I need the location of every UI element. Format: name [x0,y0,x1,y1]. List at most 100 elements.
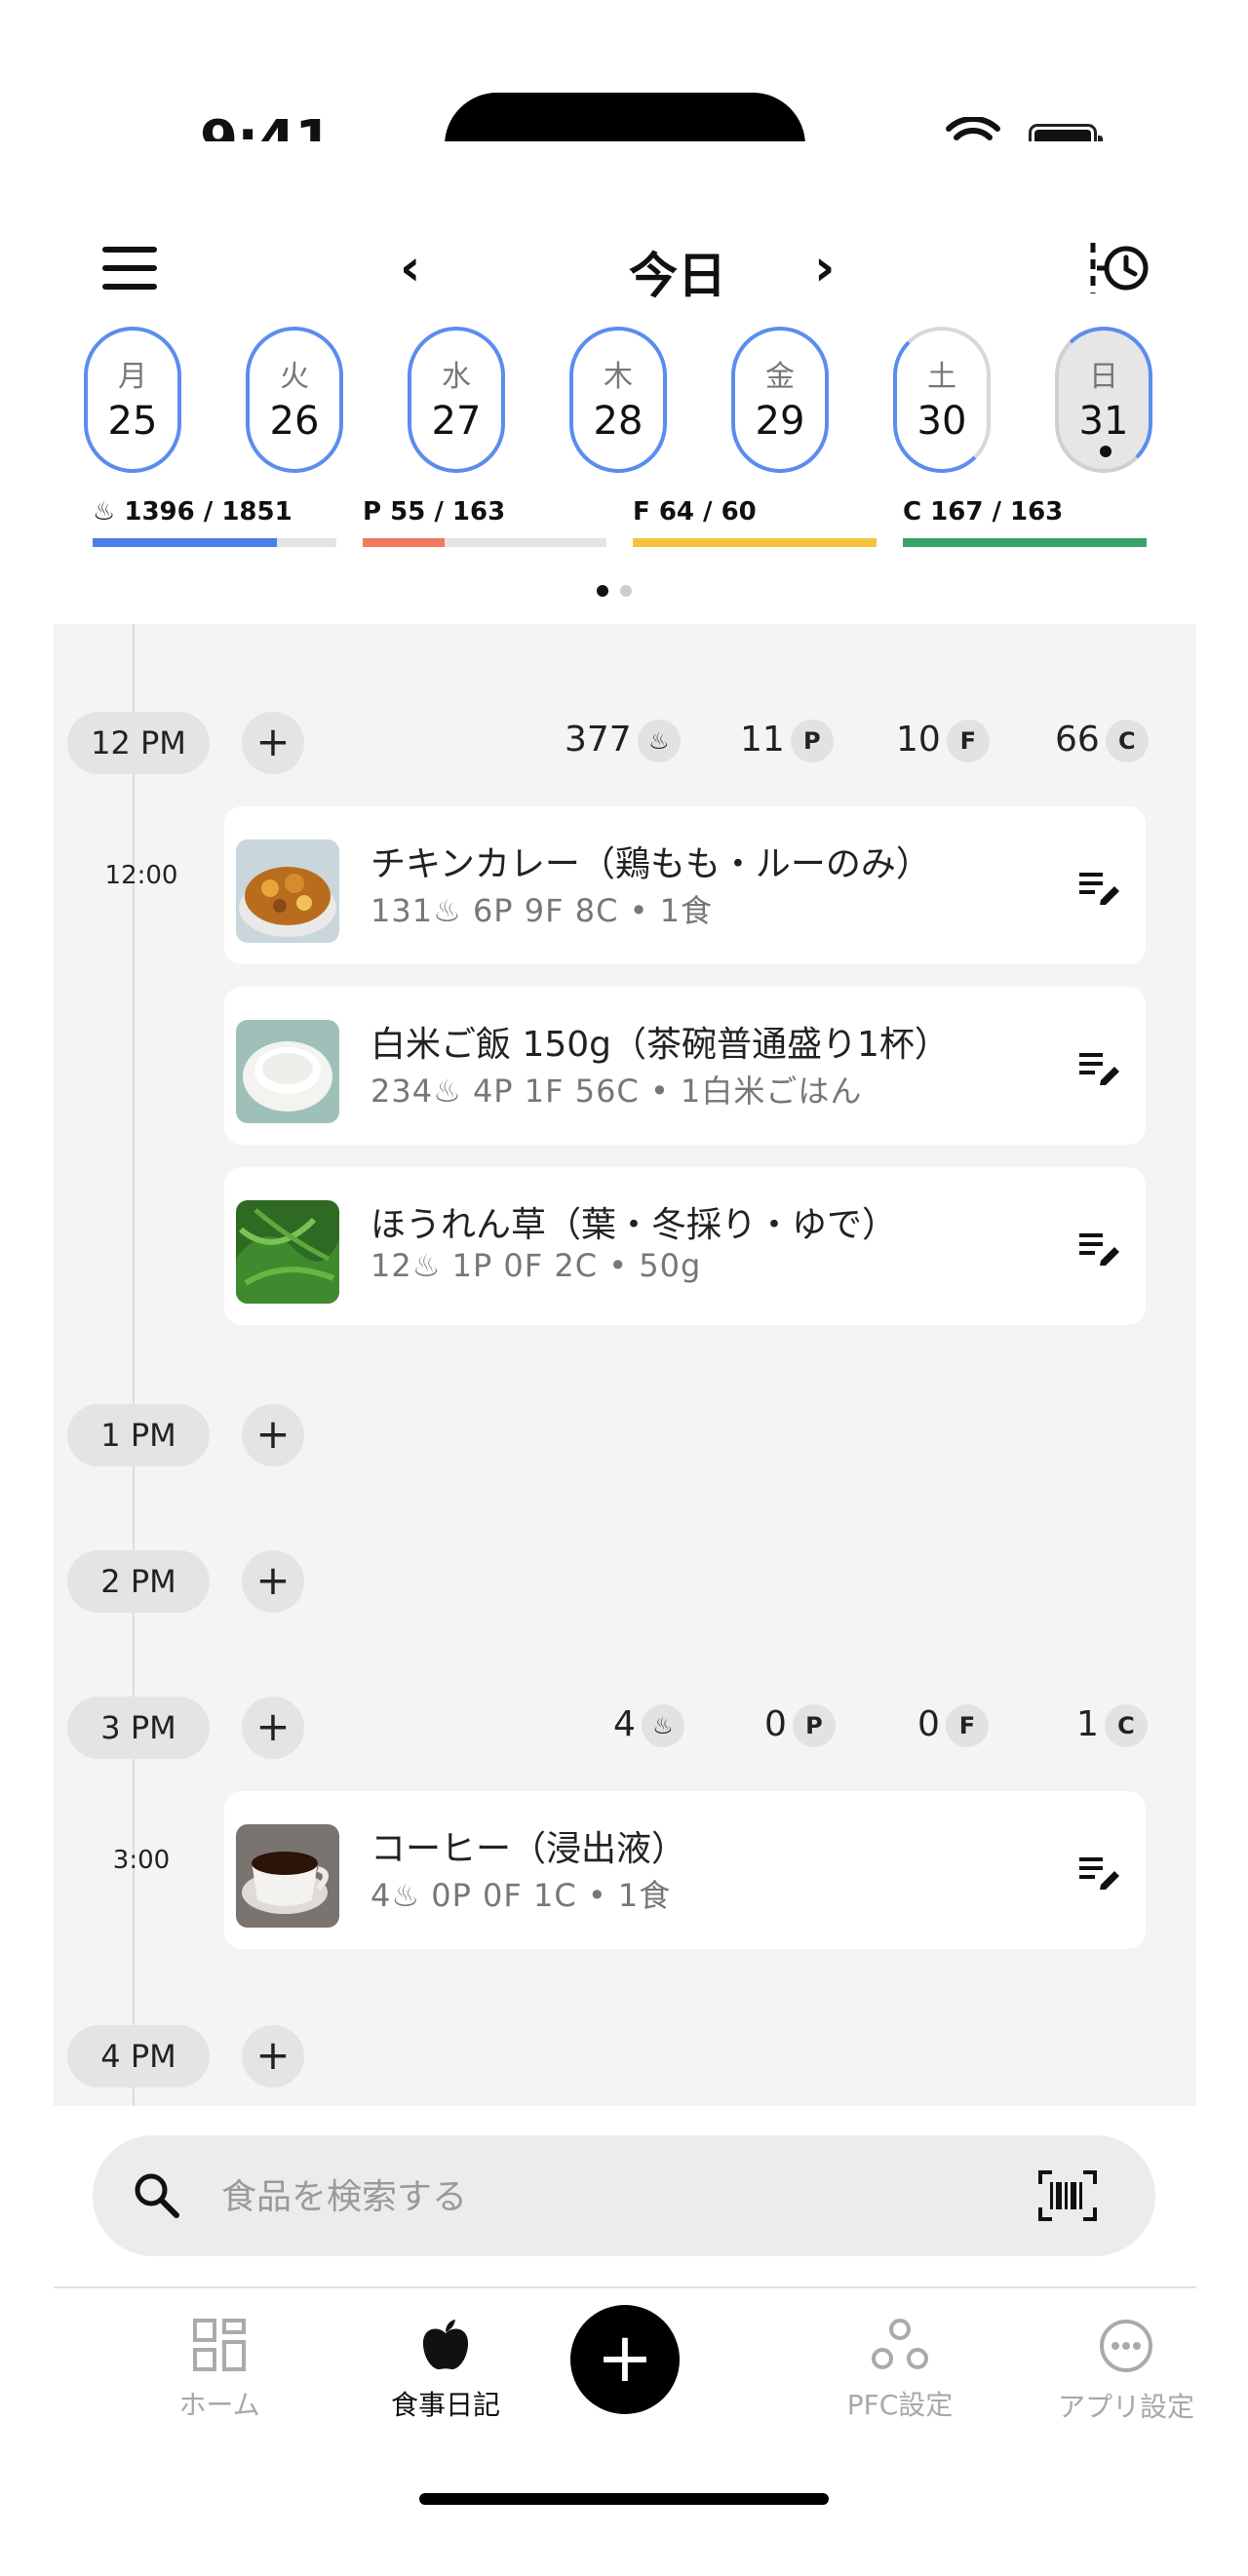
carb-badge: C [1105,720,1149,762]
week-selector: 月 25 火 26 水 27 木 28 金 29 土 30 日 31 [84,327,1166,483]
fat-progress-fill [633,538,877,547]
barcode-scan-icon[interactable] [1038,2170,1097,2221]
edit-icon[interactable] [1077,867,1122,906]
hour-row-1pm: 1 PM + [67,1404,1159,1468]
tab-app-settings[interactable]: アプリ設定 [1029,2318,1224,2425]
protein-progress-fill [363,538,446,547]
hour-label: 2 PM [67,1550,210,1613]
add-food-button[interactable]: + [242,2025,304,2088]
fat-progress: F 64 / 60 [633,497,877,547]
food-photo-rice [236,1020,339,1123]
carb-progress-fill [903,538,1147,547]
day-number: 26 [269,399,320,444]
hour-carbs: 1C [1076,1704,1148,1747]
day-number: 31 [1078,399,1129,444]
page-title: 今日 [629,248,726,304]
app: ‹ 今日 › 月 25 火 26 水 27 木 28 金 29 土 30 日 3… [54,141,1196,2444]
add-food-button[interactable]: + [242,712,304,774]
day-weekday: 金 [765,360,795,394]
food-entry-card[interactable]: 白米ご飯 150g（茶碗普通盛り1杯） 234♨ 4P 1F 56C • 1白米… [224,987,1146,1145]
protein-progress: P 55 / 163 [363,497,606,547]
screen: 9:41 ‹ 今日 › 月 25 火 [0,0,1248,2576]
carb-label: C 167 / 163 [903,497,1064,527]
carb-badge: C [1104,1704,1148,1747]
flame-icon: ♨ [391,1877,421,1914]
tab-label: PFC設定 [846,2389,954,2421]
tab-home[interactable]: ホーム [122,2318,317,2423]
entry-time: 3:00 [112,1846,171,1875]
hour-protein: 0P [764,1704,836,1747]
pfc-dots-icon [872,2319,928,2369]
hour-label: 4 PM [67,2025,210,2088]
food-name: ほうれん草（葉・冬採り・ゆで） [370,1205,898,1245]
page-indicator [597,582,644,601]
flame-icon: ♨ [93,497,116,527]
meal-timeline: 12 PM + 377 ♨ 11 P 10 F 66 C 12:00 チキンカレー（鶏も… [54,624,1196,2106]
day-weekday: 水 [442,360,471,394]
hour-label: 3 PM [67,1697,210,1759]
day-pill-mon[interactable]: 月 25 [84,327,181,473]
food-nutrition: 131♨ 6P 9F 8C • 1食 [370,892,713,929]
more-icon [1100,2320,1152,2372]
add-food-button[interactable]: + [242,1697,304,1759]
edit-icon[interactable] [1077,1852,1122,1891]
day-pill-sat[interactable]: 土 30 [893,327,991,473]
edit-icon[interactable] [1077,1047,1122,1086]
today-dot [1100,446,1112,457]
calorie-label: 1396 / 1851 [124,497,292,527]
add-food-button[interactable]: + [242,1550,304,1613]
calorie-progress-fill [93,538,277,547]
food-nutrition: 12♨ 1P 0F 2C • 50g [370,1247,702,1284]
protein-badge: P [792,1704,836,1747]
day-pill-tue[interactable]: 火 26 [246,327,343,473]
day-pill-thu[interactable]: 木 28 [569,327,667,473]
previous-day-button[interactable]: ‹ [400,239,420,297]
day-weekday: 火 [280,360,309,394]
day-weekday: 月 [118,360,147,394]
search-input[interactable]: 食品を検索する [221,2168,467,2219]
fat-badge: F [945,1704,989,1747]
flame-icon: ♨ [411,1247,442,1284]
entry-time: 12:00 [104,861,178,890]
protein-label: P 55 / 163 [363,497,506,527]
home-indicator [419,2493,829,2505]
history-icon[interactable] [1087,239,1155,297]
day-weekday: 日 [1089,360,1118,394]
day-pill-fri[interactable]: 金 29 [731,327,829,473]
food-photo-coffee [236,1824,339,1928]
flame-icon: ♨ [433,892,462,929]
day-pill-sun-today[interactable]: 日 31 [1055,327,1152,473]
macro-summary[interactable]: ♨ 1396 / 1851 P 55 / 163 F 64 / 60 C 167… [93,497,1165,556]
add-food-button[interactable]: + [242,1404,304,1466]
food-search-bar[interactable]: 食品を検索する [93,2135,1155,2256]
flame-icon: ♨ [641,1704,684,1747]
hour-row-2pm: 2 PM + [67,1550,1159,1615]
tab-label: ホーム [178,2389,260,2421]
edit-icon[interactable] [1077,1228,1122,1267]
next-day-button[interactable]: › [814,239,835,297]
food-entry-card[interactable]: コーヒー（浸出液） 4♨ 0P 0F 1C • 1食 [224,1791,1146,1949]
flame-icon: ♨ [637,720,681,762]
day-number: 27 [431,399,482,444]
food-entry-card[interactable]: チキンカレー（鶏もも・ルーのみ） 131♨ 6P 9F 8C • 1食 [224,806,1146,964]
food-entry-card[interactable]: ほうれん草（葉・冬採り・ゆで） 12♨ 1P 0F 2C • 50g [224,1167,1146,1325]
flame-icon: ♨ [433,1073,462,1110]
food-name: チキンカレー（鶏もも・ルーのみ） [370,844,931,884]
add-meal-button[interactable]: + [570,2305,680,2414]
food-photo-spinach [236,1200,339,1304]
tab-bar: ホーム 食事日記 + PFC設定 アプリ設定 [54,2286,1196,2444]
food-name: 白米ご飯 150g（茶碗普通盛り1杯） [370,1025,950,1065]
day-number: 28 [593,399,644,444]
menu-icon[interactable] [102,247,157,290]
tab-meal-diary[interactable]: 食事日記 [348,2318,543,2423]
header: ‹ 今日 › 月 25 火 26 水 27 木 28 金 29 土 30 日 3… [54,141,1196,629]
hour-label: 1 PM [67,1404,210,1466]
search-icon [135,2173,179,2218]
tab-label: アプリ設定 [1057,2391,1194,2423]
hour-calories: 4 ♨ [613,1704,684,1747]
grid-icon [193,2319,246,2371]
tab-pfc-settings[interactable]: PFC設定 [802,2318,997,2423]
day-pill-wed[interactable]: 水 27 [408,327,505,473]
food-name: コーヒー（浸出液） [370,1829,687,1869]
carb-progress: C 167 / 163 [903,497,1147,547]
